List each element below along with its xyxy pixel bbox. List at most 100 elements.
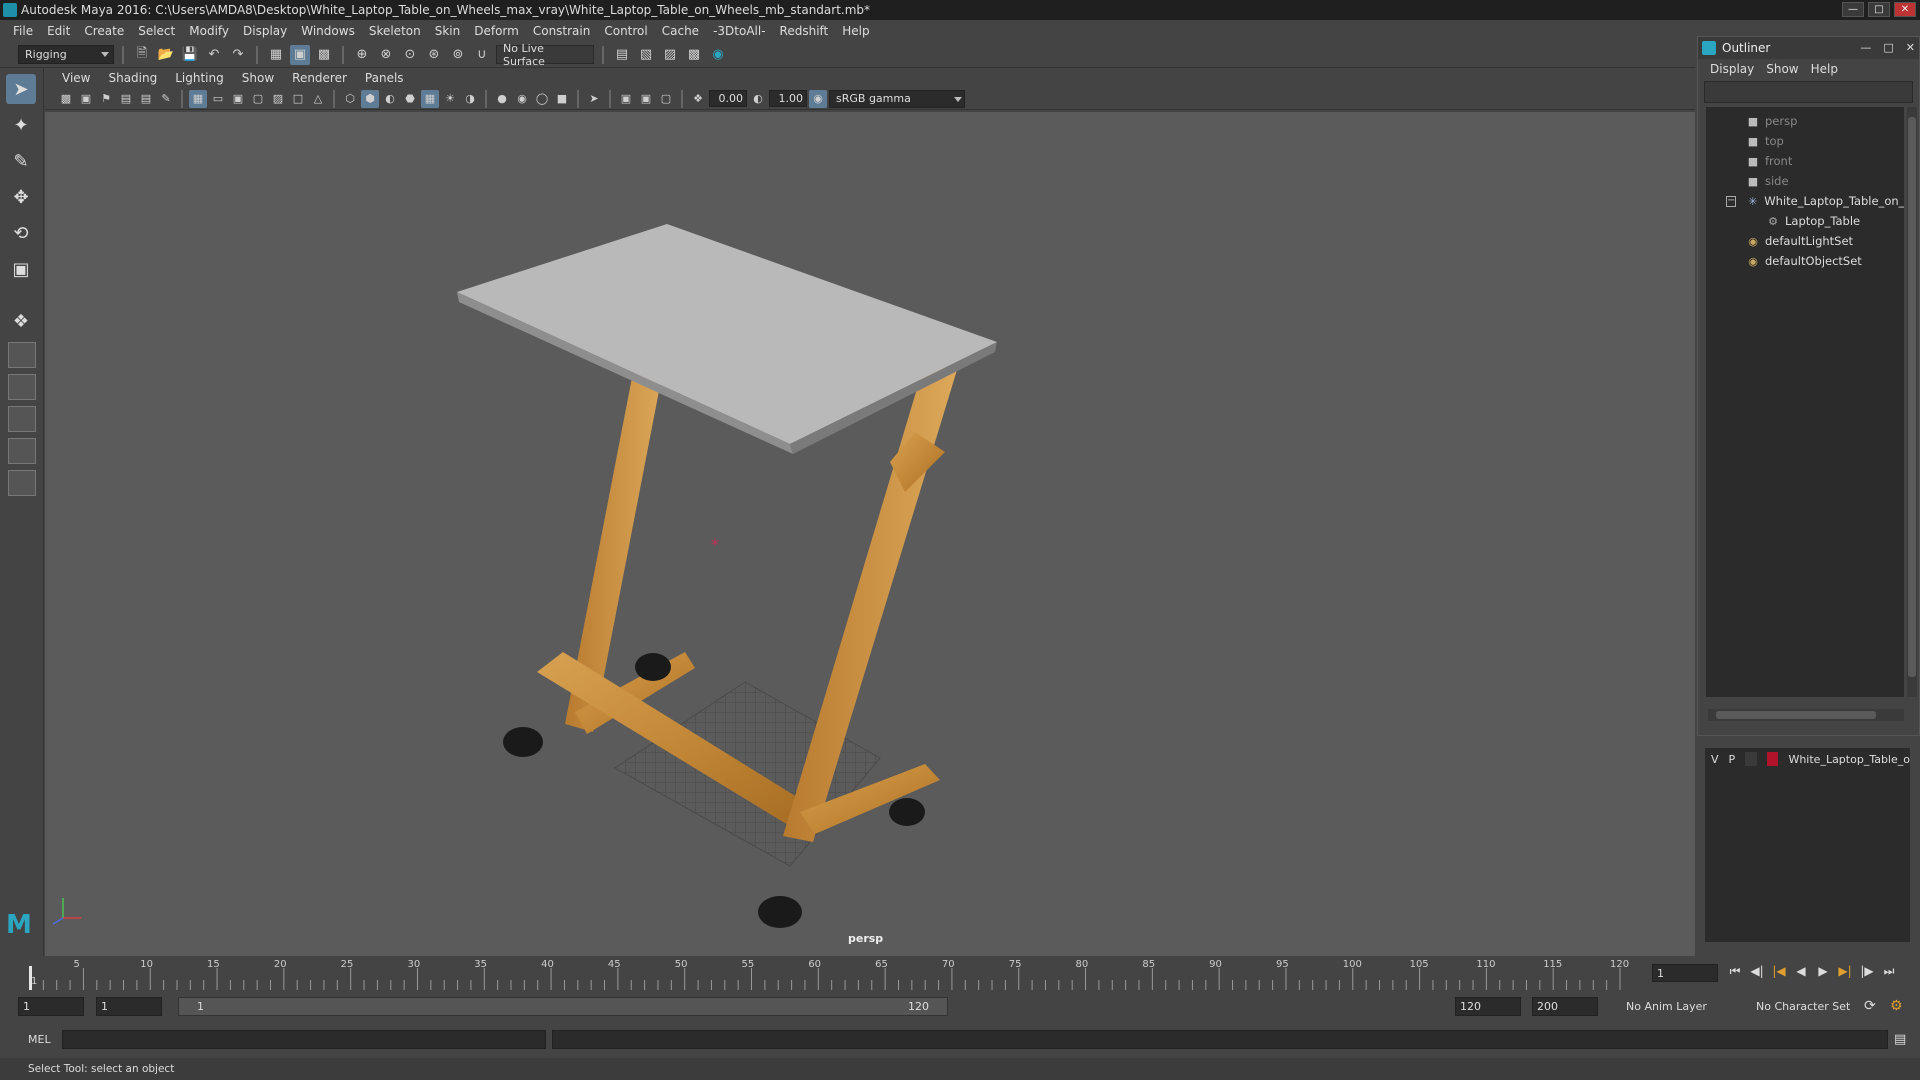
script-editor-icon[interactable]: ▤ [1894, 1032, 1906, 1047]
image-plane-icon[interactable]: ▤ [117, 90, 135, 108]
wireframe-icon[interactable]: ⬡ [341, 90, 359, 108]
grease-pencil-icon[interactable]: ✎ [157, 90, 175, 108]
menu-cache[interactable]: Cache [655, 24, 706, 38]
menu-control[interactable]: Control [597, 24, 654, 38]
layer-row[interactable]: V P White_Laptop_Table_o [1705, 748, 1910, 770]
step-back-key-icon[interactable]: |◀ [1770, 964, 1788, 979]
move-tool-icon[interactable]: ✥ [6, 182, 36, 212]
exposure-icon[interactable]: ❖ [689, 90, 707, 108]
textured-icon[interactable]: ▦ [421, 89, 439, 108]
menu-modify[interactable]: Modify [182, 24, 236, 38]
go-to-start-icon[interactable]: ⏮ [1726, 964, 1744, 979]
menu-deform[interactable]: Deform [467, 24, 526, 38]
step-back-frame-icon[interactable]: ◀| [1748, 964, 1766, 979]
go-to-end-icon[interactable]: ⏭ [1880, 964, 1898, 979]
paint-select-tool-icon[interactable]: ✎ [6, 146, 36, 176]
select-component-icon[interactable]: ▩ [314, 45, 334, 65]
select-hierarchy-icon[interactable]: ▦ [266, 45, 286, 65]
snap-curve-icon[interactable]: ⊗ [376, 45, 396, 65]
layer-visibility-toggle[interactable]: V [1711, 753, 1719, 766]
outliner-minimize-button[interactable]: — [1860, 41, 1871, 54]
snap-surface-icon[interactable]: ⊚ [448, 45, 468, 65]
undo-icon[interactable]: ↶ [204, 45, 224, 65]
layout-four-view-icon[interactable] [8, 342, 36, 368]
outliner-horizontal-scrollbar[interactable] [1708, 709, 1904, 721]
outliner-close-button[interactable]: ✕ [1906, 41, 1915, 54]
shadows-icon[interactable]: ◑ [461, 90, 479, 108]
screen-space-ao-icon[interactable]: ● [493, 90, 511, 108]
redo-icon[interactable]: ↷ [228, 45, 248, 65]
command-input[interactable] [62, 1030, 546, 1049]
preferences-icon[interactable]: ⚙ [1890, 998, 1903, 1014]
new-scene-icon[interactable]: 🗎 [132, 45, 152, 65]
xray-active-components-icon[interactable]: ▣ [637, 90, 655, 108]
view-transform-dropdown[interactable]: sRGB gamma [829, 89, 965, 108]
command-language-label[interactable]: MEL [28, 1033, 51, 1046]
menu-help[interactable]: Help [835, 24, 876, 38]
safe-title-icon[interactable]: △ [309, 90, 327, 108]
outliner-menu-help[interactable]: Help [1807, 62, 1846, 76]
outliner-node-side[interactable]: ■ side [1706, 171, 1904, 191]
snap-point-icon[interactable]: ⊙ [400, 45, 420, 65]
outliner-node-group[interactable]: − ✳ White_Laptop_Table_on_W [1706, 191, 1904, 211]
select-camera-icon[interactable]: ▩ [57, 90, 75, 108]
time-slider[interactable]: 1 5 10 15 20 25 30 35 40 45 50 55 60 65 70 75 80 85 90 95 10… [0, 956, 1920, 990]
end-time-field[interactable]: 200 [1532, 997, 1598, 1016]
wireframe-on-shaded-icon[interactable]: ⬣ [401, 90, 419, 108]
field-chart-icon[interactable]: ▨ [269, 90, 287, 108]
outliner-node-top[interactable]: ■ top [1706, 131, 1904, 151]
snap-grid-icon[interactable]: ⊕ [352, 45, 372, 65]
outliner-maximize-button[interactable]: □ [1883, 41, 1893, 54]
panel-menu-shading[interactable]: Shading [99, 71, 166, 85]
layer-display-type[interactable] [1745, 752, 1757, 766]
menu-edit[interactable]: Edit [40, 24, 77, 38]
color-management-icon[interactable]: ◉ [809, 89, 827, 108]
use-all-lights-icon[interactable]: ☀ [441, 90, 459, 108]
motion-blur-icon[interactable]: ◉ [513, 90, 531, 108]
show-manipulator-icon[interactable]: ❖ [6, 306, 36, 336]
step-forward-key-icon[interactable]: ▶| [1836, 964, 1854, 979]
minimize-button[interactable]: — [1842, 2, 1864, 17]
outliner-menu-show[interactable]: Show [1762, 62, 1806, 76]
render-settings-icon[interactable]: ▤ [612, 45, 632, 65]
gamma-field[interactable]: 1.00 [769, 90, 807, 107]
use-default-material-icon[interactable]: ◐ [381, 90, 399, 108]
magnet-icon[interactable]: ∪ [472, 45, 492, 65]
rotate-tool-icon[interactable]: ⟲ [6, 218, 36, 248]
outliner-vertical-scrollbar[interactable] [1907, 107, 1917, 697]
menu-set-dropdown[interactable]: Rigging [18, 45, 114, 64]
two-d-pan-zoom-icon[interactable]: ▤ [137, 90, 155, 108]
anim-layer-dropdown[interactable]: No Anim Layer [1622, 997, 1740, 1016]
playback-end-field[interactable]: 120 [1455, 997, 1521, 1016]
step-forward-frame-icon[interactable]: |▶ [1858, 964, 1876, 979]
current-frame-field[interactable]: 1 [1652, 964, 1718, 982]
bookmark-icon[interactable]: ⚑ [97, 90, 115, 108]
layer-playback-toggle[interactable]: P [1729, 753, 1736, 766]
resolution-gate-icon[interactable]: ▣ [229, 90, 247, 108]
menu-redshift[interactable]: Redshift [773, 24, 836, 38]
panel-menu-show[interactable]: Show [233, 71, 283, 85]
menu-select[interactable]: Select [131, 24, 182, 38]
close-button[interactable]: ✕ [1894, 2, 1916, 17]
layout-hypershade-persp-icon[interactable] [8, 470, 36, 496]
play-backwards-icon[interactable]: ◀ [1792, 964, 1810, 979]
exposure-field[interactable]: 0.00 [709, 90, 747, 107]
live-surface-field[interactable]: No Live Surface [496, 42, 594, 68]
gamma-icon[interactable]: ◐ [749, 90, 767, 108]
outliner-node-front[interactable]: ■ front [1706, 151, 1904, 171]
lasso-tool-icon[interactable]: ✦ [6, 110, 36, 140]
range-slider[interactable]: 1 120 [178, 997, 948, 1016]
layout-graph-persp-icon[interactable] [8, 438, 36, 464]
save-scene-icon[interactable]: 💾 [180, 45, 200, 65]
isolate-select-icon[interactable]: ➤ [585, 90, 603, 108]
smooth-shade-icon[interactable]: ⬢ [361, 89, 379, 108]
xray-joints-icon[interactable]: ▢ [657, 90, 675, 108]
open-scene-icon[interactable]: 📂 [156, 45, 176, 65]
menu-skin[interactable]: Skin [428, 24, 468, 38]
outliner-menu-display[interactable]: Display [1706, 62, 1762, 76]
snap-view-plane-icon[interactable]: ⊛ [424, 45, 444, 65]
outliner-search-field[interactable] [1704, 81, 1913, 103]
grid-icon[interactable]: ▦ [189, 89, 207, 108]
scrollbar-thumb[interactable] [1908, 117, 1916, 677]
render-current-icon[interactable]: ▨ [660, 45, 680, 65]
